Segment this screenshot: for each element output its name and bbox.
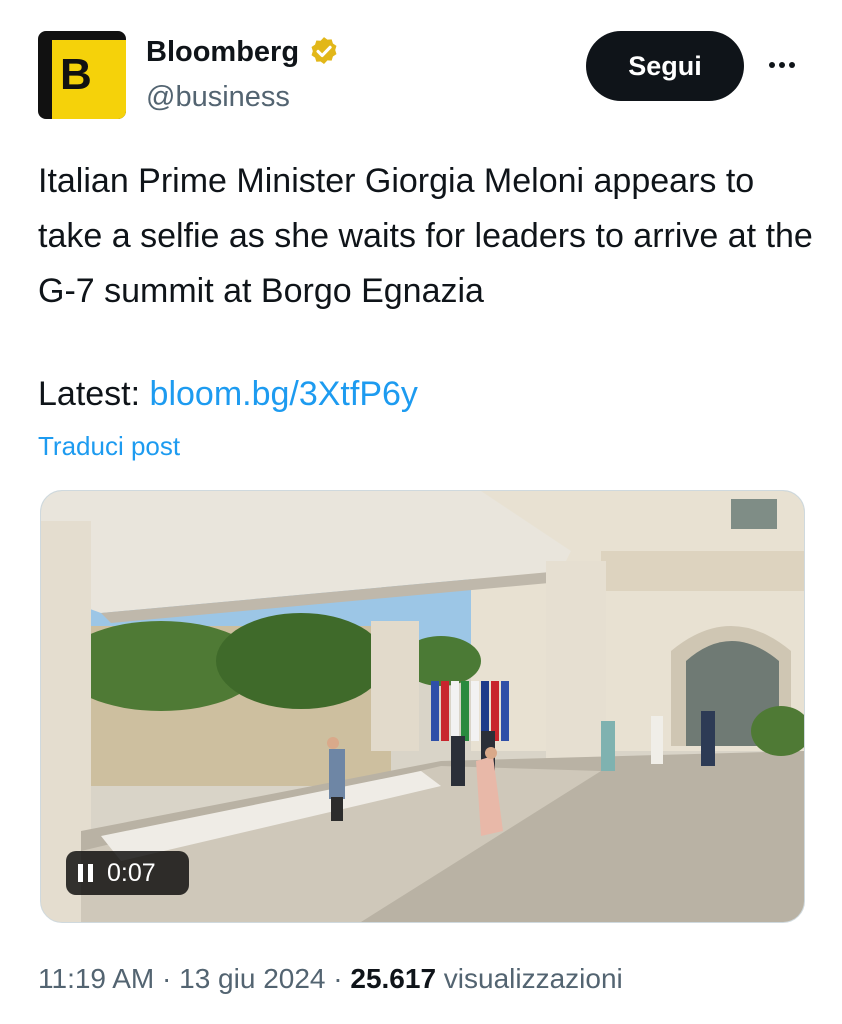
dot xyxy=(779,62,785,68)
follow-button[interactable]: Segui xyxy=(586,31,744,101)
views-count: 25.617 xyxy=(350,963,437,994)
pause-icon[interactable] xyxy=(78,864,93,882)
video-time-badge[interactable]: 0:07 xyxy=(66,851,189,895)
more-dots-icon[interactable] xyxy=(760,50,804,80)
avatar-letter: B xyxy=(60,50,92,99)
tweet-text: Italian Prime Minister Giorgia Meloni ap… xyxy=(38,162,813,310)
latest-label: Latest: xyxy=(38,375,141,413)
meta-separator: · xyxy=(333,963,343,994)
author-handle[interactable]: @business xyxy=(146,79,290,115)
tweet-meta: 11:19 AM · 13 giu 2024 · 25.617 visualiz… xyxy=(38,957,623,1001)
video-timestamp: 0:07 xyxy=(107,858,156,887)
translate-post-link[interactable]: Traduci post xyxy=(38,428,180,464)
tweet-date[interactable]: 13 giu 2024 xyxy=(179,963,325,994)
dot xyxy=(789,62,795,68)
author-name-row: Bloomberg xyxy=(146,34,341,70)
meta-separator: · xyxy=(162,963,172,994)
tweet-time[interactable]: 11:19 AM xyxy=(38,963,154,994)
tweet-link[interactable]: bloom.bg/3XtfP6y xyxy=(150,375,418,413)
verified-badge-icon[interactable] xyxy=(307,35,341,69)
author-avatar[interactable]: B xyxy=(38,31,126,119)
author-display-name[interactable]: Bloomberg xyxy=(146,34,299,70)
latest-line: Latest: bloom.bg/3XtfP6y xyxy=(38,370,418,418)
views-label: visualizzazioni xyxy=(443,963,623,994)
dot xyxy=(769,62,775,68)
